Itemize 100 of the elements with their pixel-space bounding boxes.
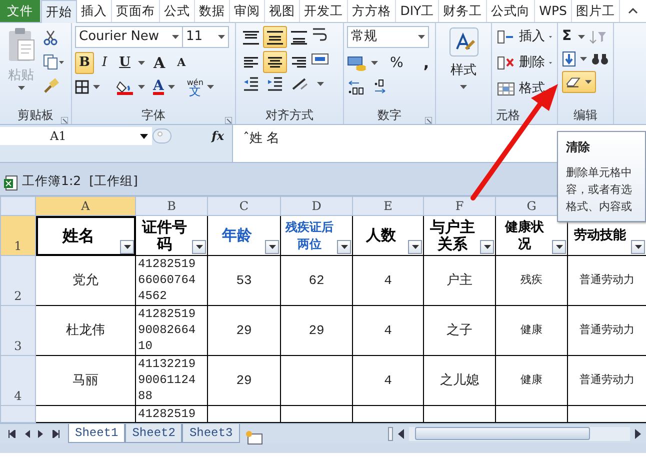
column-header[interactable]: C: [208, 196, 280, 216]
currency-icon[interactable]: [347, 55, 367, 72]
scrollbar-track[interactable]: [409, 426, 630, 440]
filter-dropdown[interactable]: [337, 240, 351, 254]
insert-sheet-icon[interactable]: [244, 430, 264, 445]
find-binoculars-icon[interactable]: [591, 52, 609, 66]
header-cell[interactable]: 姓名: [36, 216, 136, 256]
ribbon-tab[interactable]: 开发工: [300, 0, 348, 22]
format-painter-icon[interactable]: [43, 78, 59, 94]
dialog-launcher-icon[interactable]: [225, 117, 232, 124]
next-sheet-icon[interactable]: [38, 430, 44, 438]
sheet-tab[interactable]: Sheet1: [68, 424, 126, 443]
ribbon-tab[interactable]: 页面布: [112, 0, 160, 22]
cell-styles-icon[interactable]: [448, 27, 478, 57]
ribbon-tab[interactable]: 文件: [0, 0, 42, 22]
first-sheet-icon[interactable]: [8, 430, 16, 438]
row-number[interactable]: 3: [14, 339, 22, 353]
scroll-right-icon[interactable]: [634, 428, 642, 438]
scroll-left-icon[interactable]: [397, 428, 405, 438]
middle-align-button[interactable]: [263, 26, 287, 48]
increase-decimal-icon[interactable]: [347, 78, 365, 94]
font-size-field[interactable]: 11: [183, 26, 229, 48]
dialog-launcher-icon[interactable]: [425, 117, 432, 124]
dropdown-caret-icon[interactable]: [18, 86, 24, 90]
insert-button[interactable]: 插入: [495, 26, 554, 48]
dropdown-caret-icon[interactable]: [418, 35, 425, 39]
insert-function-button[interactable]: fx: [212, 127, 224, 145]
clear-button[interactable]: [562, 71, 596, 93]
split-handle-icon[interactable]: [388, 426, 393, 440]
dropdown-caret-icon[interactable]: [460, 84, 467, 88]
italic-button[interactable]: I: [98, 52, 112, 74]
ribbon-tab[interactable]: WPS: [535, 0, 572, 22]
filter-dropdown[interactable]: [192, 240, 206, 254]
dropdown-caret-icon[interactable]: [371, 61, 378, 66]
column-header[interactable]: B: [136, 196, 208, 216]
scissors-icon[interactable]: [43, 30, 59, 46]
ribbon-tab[interactable]: DIY工: [396, 0, 440, 22]
delete-button[interactable]: 删除: [495, 52, 554, 74]
column-header[interactable]: D: [280, 196, 352, 216]
ribbon-tab[interactable]: 公式: [160, 0, 196, 22]
dropdown-caret-icon[interactable]: [578, 34, 585, 38]
dropdown-caret-icon[interactable]: [207, 85, 214, 89]
fill-down-icon[interactable]: [562, 51, 576, 67]
dropdown-caret-icon[interactable]: [317, 82, 324, 86]
dropdown-caret-icon[interactable]: [138, 85, 145, 89]
sheet-tab[interactable]: Sheet2: [125, 424, 182, 443]
header-cell[interactable]: 残疾证后两位: [280, 216, 352, 256]
column-header[interactable]: F: [424, 196, 496, 216]
center-align-button[interactable]: [263, 51, 287, 73]
header-cell[interactable]: 与户主关系: [424, 216, 496, 256]
filter-dropdown[interactable]: [480, 240, 494, 254]
font-color-button[interactable]: A: [153, 80, 164, 94]
previous-sheet-icon[interactable]: [24, 430, 30, 438]
filter-dropdown[interactable]: [408, 240, 422, 254]
ribbon-tab[interactable]: 视图: [265, 0, 300, 22]
sheet-tab[interactable]: Sheet3: [182, 424, 240, 443]
increase-font-size-button[interactable]: A: [149, 52, 170, 74]
phonetic-button[interactable]: wén 文: [186, 78, 204, 96]
last-sheet-icon[interactable]: [52, 430, 60, 438]
dropdown-caret-icon[interactable]: [168, 85, 175, 89]
borders-icon[interactable]: [75, 80, 89, 94]
scrollbar-thumb[interactable]: [415, 427, 590, 440]
collapse-ribbon-icon[interactable]: [628, 8, 638, 14]
dropdown-caret-icon[interactable]: [138, 61, 146, 65]
header-cell[interactable]: 年龄: [208, 216, 280, 256]
row-header[interactable]: 1: [0, 216, 36, 256]
styles-label[interactable]: 样式: [450, 61, 476, 80]
percent-button[interactable]: %: [390, 52, 404, 74]
fill-color-icon[interactable]: [116, 79, 134, 95]
dropdown-caret-icon[interactable]: [93, 85, 100, 89]
comma-button[interactable]: ,: [423, 52, 430, 74]
text-orientation-icon[interactable]: [291, 77, 309, 91]
column-header[interactable]: A: [36, 196, 136, 216]
ribbon-tab[interactable]: 插入: [77, 0, 112, 22]
ribbon-tab[interactable]: 开始: [41, 0, 78, 23]
merge-cells-icon[interactable]: [311, 51, 329, 67]
copy-icon[interactable]: [43, 54, 65, 70]
font-name-field[interactable]: Courier New: [75, 26, 183, 48]
increase-indent-icon[interactable]: [267, 77, 283, 91]
ribbon-tab[interactable]: 数据: [195, 0, 230, 22]
row-number[interactable]: 4: [14, 389, 22, 403]
ribbon-tab[interactable]: 方方格: [348, 0, 396, 22]
row-number[interactable]: 2: [14, 289, 22, 303]
dropdown-caret-icon[interactable]: [218, 35, 225, 39]
name-box[interactable]: A1: [0, 127, 152, 145]
dropdown-caret-icon[interactable]: [172, 35, 179, 39]
filter-dropdown[interactable]: [265, 240, 279, 254]
dropdown-caret-icon[interactable]: [580, 57, 587, 61]
autosum-button[interactable]: Σ: [562, 26, 574, 47]
bold-button[interactable]: B: [75, 52, 94, 74]
dialog-launcher-icon[interactable]: [61, 117, 68, 124]
workbook-icon[interactable]: [4, 175, 18, 191]
ribbon-tab[interactable]: 审阅: [230, 0, 266, 22]
header-cell[interactable]: 人数: [352, 216, 424, 256]
filter-dropdown[interactable]: [120, 240, 134, 254]
ribbon-tab[interactable]: 公式向: [487, 0, 536, 22]
decrease-indent-icon[interactable]: [243, 77, 259, 91]
ribbon-tab[interactable]: 图片工: [572, 0, 620, 22]
column-header[interactable]: E: [352, 196, 424, 216]
header-cell[interactable]: 证件号码: [136, 216, 208, 256]
